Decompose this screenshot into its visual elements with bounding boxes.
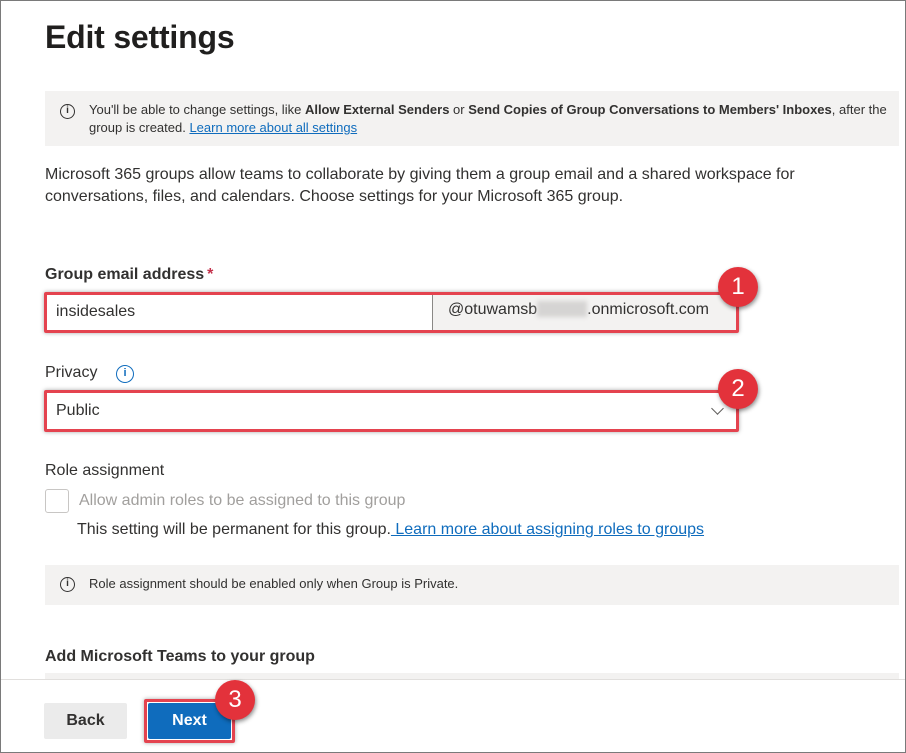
- callout-badge-1: 1: [718, 267, 758, 307]
- info-banner-text-mid: or: [449, 102, 469, 117]
- domain-suffix: .onmicrosoft.com: [587, 301, 709, 318]
- settings-panel: Edit settings i You'll be able to change…: [0, 0, 906, 753]
- role-assignment-note: This setting will be permanent for this …: [77, 521, 704, 539]
- privacy-info-icon[interactable]: i: [116, 365, 134, 383]
- email-label-text: Group email address: [45, 266, 205, 283]
- page-title: Edit settings: [45, 19, 235, 55]
- footer-bar: Back Next 3: [1, 679, 905, 752]
- required-marker: *: [207, 266, 214, 283]
- chevron-down-icon: [711, 402, 724, 415]
- role-assignment-heading: Role assignment: [45, 462, 165, 479]
- info-icon: i: [60, 104, 75, 119]
- info-icon: i: [60, 577, 75, 592]
- email-field[interactable]: insidesales: [45, 294, 433, 331]
- email-domain-suffix: @otuwamsb .onmicrosoft.com: [433, 294, 737, 331]
- email-field-label: Group email address *: [45, 266, 213, 284]
- role-note-text: This setting will be permanent for this …: [77, 521, 391, 538]
- learn-more-roles-link[interactable]: Learn more about assigning roles to grou…: [391, 521, 704, 538]
- email-row: insidesales @otuwamsb .onmicrosoft.com: [45, 294, 737, 331]
- redacted-text: [537, 301, 588, 317]
- privacy-dropdown[interactable]: Public: [45, 392, 737, 430]
- info-banner-text-prefix: You'll be able to change settings, like: [89, 102, 305, 117]
- teams-heading: Add Microsoft Teams to your group: [45, 648, 315, 665]
- group-description: Microsoft 365 groups allow teams to coll…: [45, 166, 795, 205]
- info-banner-bold-1: Allow External Senders: [304, 102, 450, 117]
- callout-badge-2: 2: [718, 369, 758, 409]
- learn-more-settings-link[interactable]: Learn more about all settings: [189, 120, 357, 135]
- privacy-label: Privacy: [45, 364, 98, 381]
- privacy-selected-value: Public: [56, 402, 100, 419]
- callout-badge-3: 3: [215, 680, 255, 720]
- back-button[interactable]: Back: [44, 703, 127, 739]
- role-info-text: Role assignment should be enabled only w…: [89, 576, 459, 591]
- domain-prefix: @otuwamsb: [448, 301, 538, 318]
- info-banner-bold-2: Send Copies of Group Conversations to Me…: [468, 102, 832, 117]
- role-assignment-info-banner: i Role assignment should be enabled only…: [45, 565, 899, 605]
- role-assignment-checkbox[interactable]: [45, 489, 69, 513]
- info-banner: i You'll be able to change settings, lik…: [45, 91, 899, 146]
- role-assignment-checkbox-label: Allow admin roles to be assigned to this…: [79, 492, 406, 509]
